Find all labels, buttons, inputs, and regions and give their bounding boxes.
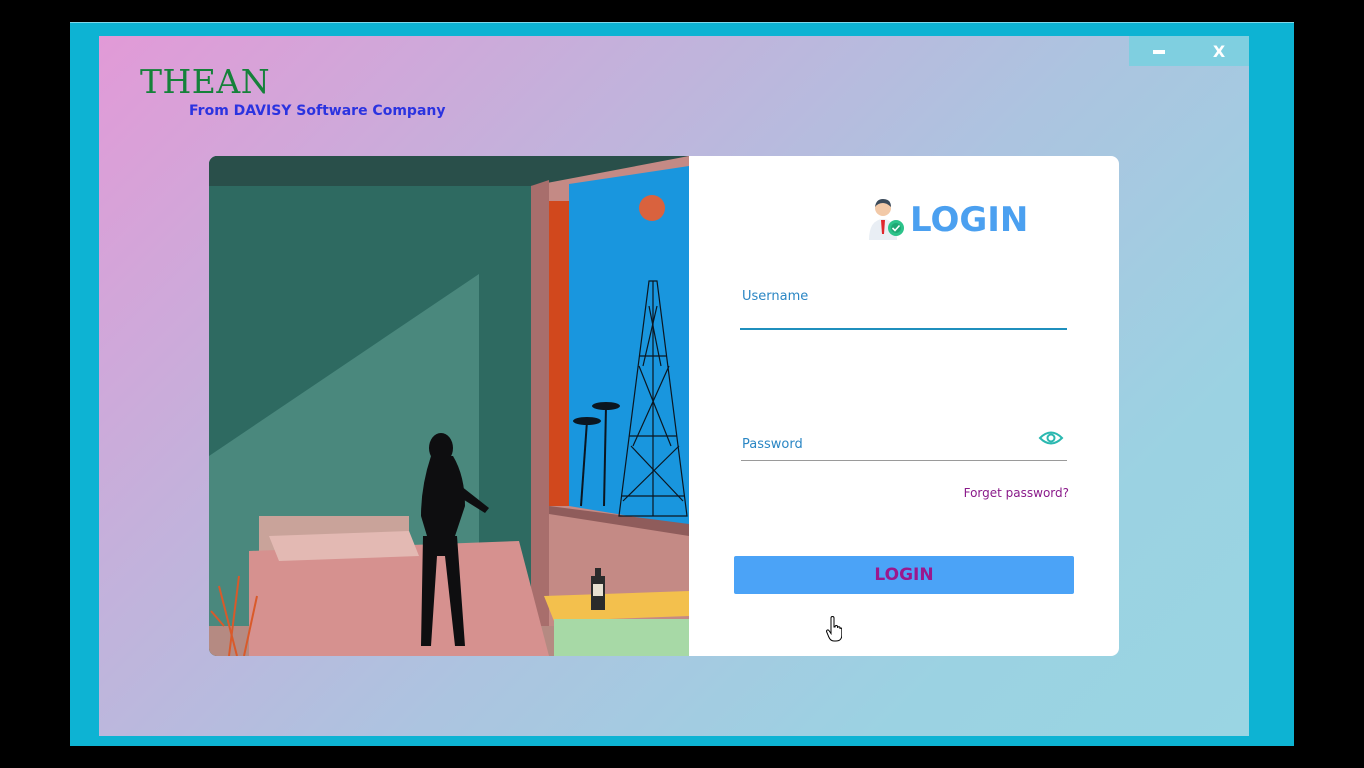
username-underline — [740, 328, 1067, 330]
user-badge-icon — [869, 199, 904, 240]
login-card: LOGIN Username Password Forget password?… — [209, 156, 1119, 656]
forget-password-link[interactable]: Forget password? — [964, 486, 1069, 500]
password-input[interactable] — [740, 438, 1034, 460]
window-content: X THEAN From DAVISY Software Company LOG… — [99, 36, 1249, 736]
login-button[interactable]: LOGIN — [734, 556, 1074, 594]
login-heading: LOGIN — [910, 200, 1029, 240]
frame-top-border — [70, 22, 1294, 23]
username-input[interactable] — [740, 306, 1071, 328]
window-controls: X — [1129, 36, 1249, 66]
illustration-image — [209, 156, 689, 656]
minimize-button[interactable] — [1129, 36, 1189, 66]
minimize-icon — [1153, 50, 1165, 54]
hand-pointer-cursor-icon — [826, 616, 842, 642]
close-button[interactable]: X — [1189, 36, 1249, 66]
eye-icon[interactable] — [1038, 427, 1064, 449]
username-label: Username — [742, 289, 809, 304]
app-window-frame: X THEAN From DAVISY Software Company LOG… — [70, 22, 1294, 746]
app-title: THEAN — [140, 62, 271, 101]
password-underline — [741, 460, 1067, 461]
login-heading-group: LOGIN — [866, 198, 1028, 242]
app-subtitle: From DAVISY Software Company — [189, 103, 446, 119]
